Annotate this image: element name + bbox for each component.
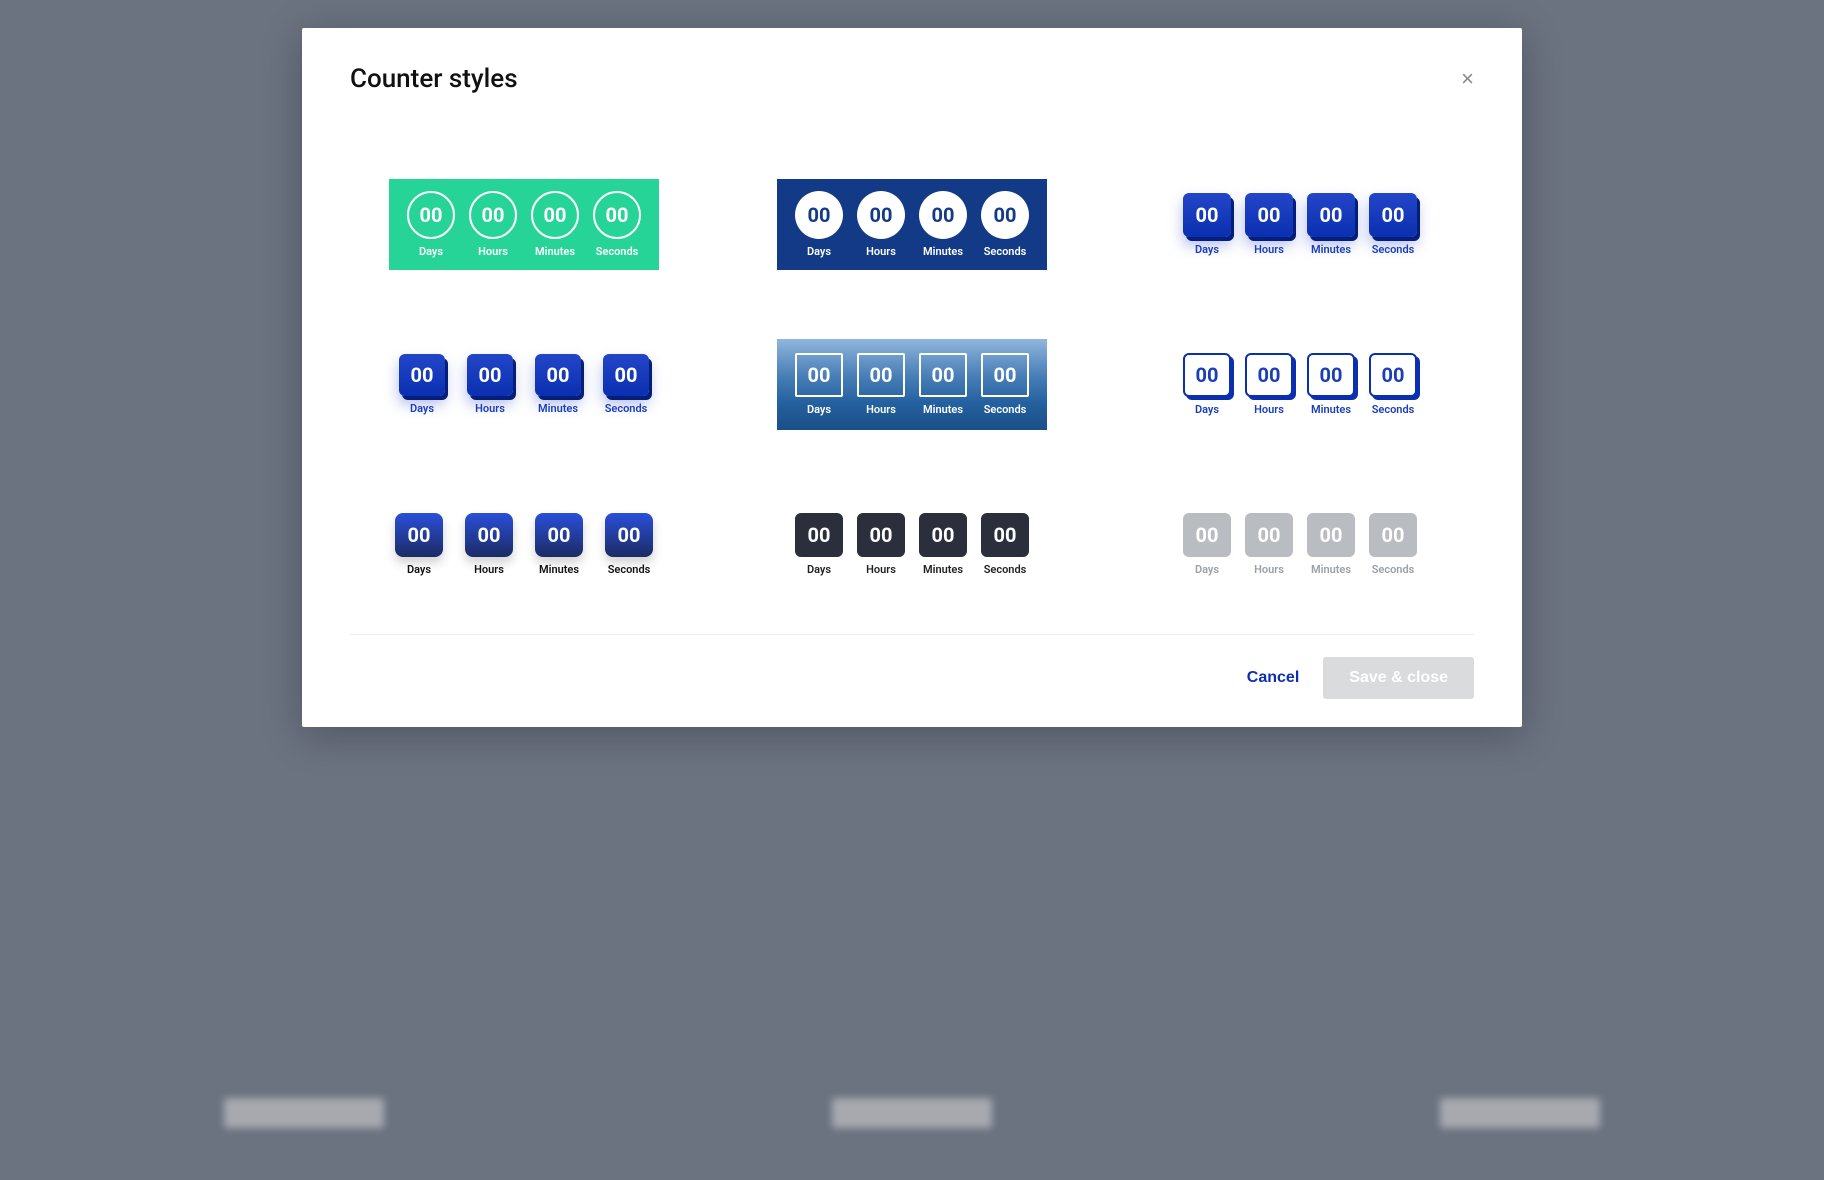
counter-num: 00: [1307, 513, 1355, 557]
counter-label: Minutes: [535, 245, 575, 258]
counter-label: Seconds: [984, 563, 1027, 576]
counter-num: 00: [605, 513, 653, 557]
modal-footer: Cancel Save & close: [350, 634, 1474, 699]
counter-num: 00: [1245, 193, 1293, 237]
counter-num: 00: [919, 191, 967, 239]
counter-label: Hours: [475, 402, 505, 415]
counter-num: 00: [399, 354, 445, 396]
counter-label: Seconds: [596, 245, 639, 258]
counter-label: Minutes: [923, 403, 963, 416]
counter-label: Hours: [866, 403, 896, 416]
background-blur: [0, 1098, 1824, 1138]
counter-num: 00: [465, 513, 513, 557]
counter-style-option-8[interactable]: 00 Days 00 Hours 00 Minutes 00 Seconds: [738, 494, 1086, 594]
counter-label: Hours: [866, 563, 896, 576]
counter-label: Minutes: [1311, 243, 1351, 256]
counter-num: 00: [795, 191, 843, 239]
counter-styles-modal: Counter styles × 00 Days 00 Hours 00 Minute…: [302, 28, 1522, 727]
counter-label: Minutes: [539, 563, 579, 576]
counter-label: Hours: [1254, 403, 1284, 416]
counter-num: 00: [535, 513, 583, 557]
counter-style-option-9[interactable]: 00 Days 00 Hours 00 Minutes 00 Seconds: [1126, 494, 1474, 594]
modal-header: Counter styles ×: [350, 64, 1474, 94]
counter-label: Seconds: [1372, 243, 1415, 256]
counter-num: 00: [1369, 193, 1417, 237]
counter-label: Days: [410, 402, 434, 415]
counter-label: Minutes: [1311, 403, 1351, 416]
counter-label: Days: [1195, 403, 1219, 416]
counter-label: Hours: [866, 245, 896, 258]
counter-num: 00: [1369, 513, 1417, 557]
counter-label: Hours: [478, 245, 508, 258]
counter-label: Days: [807, 403, 831, 416]
counter-label: Seconds: [605, 402, 648, 415]
counter-num: 00: [981, 353, 1029, 397]
counter-label: Seconds: [1372, 403, 1415, 416]
counter-label: Hours: [474, 563, 504, 576]
counter-style-option-1[interactable]: 00 Days 00 Hours 00 Minutes 00 Seconds: [350, 174, 698, 274]
counter-label: Minutes: [923, 563, 963, 576]
counter-num: 00: [593, 191, 641, 239]
modal-title: Counter styles: [350, 64, 518, 94]
counter-num: 00: [795, 353, 843, 397]
counter-label: Minutes: [1311, 563, 1351, 576]
counter-label: Days: [807, 245, 831, 258]
close-icon[interactable]: ×: [1461, 68, 1474, 90]
cancel-button[interactable]: Cancel: [1247, 669, 1299, 687]
counter-num: 00: [1183, 193, 1231, 237]
counter-num: 00: [1369, 353, 1417, 397]
counter-num: 00: [919, 353, 967, 397]
counter-num: 00: [981, 191, 1029, 239]
style-grid: 00 Days 00 Hours 00 Minutes 00 Seconds 00 Day…: [350, 174, 1474, 594]
counter-label: Minutes: [538, 402, 578, 415]
counter-style-option-2[interactable]: 00 Days 00 Hours 00 Minutes 00 Seconds: [738, 174, 1086, 274]
counter-label: Days: [1195, 563, 1219, 576]
counter-label: Days: [1195, 243, 1219, 256]
counter-label: Seconds: [984, 403, 1027, 416]
counter-label: Minutes: [923, 245, 963, 258]
counter-num: 00: [919, 513, 967, 557]
counter-label: Days: [807, 563, 831, 576]
counter-num: 00: [1183, 353, 1231, 397]
counter-label: Days: [407, 563, 431, 576]
counter-num: 00: [857, 353, 905, 397]
counter-style-option-7[interactable]: 00 Days 00 Hours 00 Minutes 00 Seconds: [350, 494, 698, 594]
counter-label: Hours: [1254, 243, 1284, 256]
counter-style-option-3[interactable]: 00 Days 00 Hours 00 Minutes 00 Seconds: [1126, 174, 1474, 274]
counter-num: 00: [981, 513, 1029, 557]
counter-num: 00: [467, 354, 513, 396]
counter-num: 00: [795, 513, 843, 557]
counter-num: 00: [1245, 353, 1293, 397]
counter-num: 00: [857, 191, 905, 239]
counter-style-option-4[interactable]: 00 Days 00 Hours 00 Minutes 00 Seconds: [350, 334, 698, 434]
counter-num: 00: [469, 191, 517, 239]
save-close-button[interactable]: Save & close: [1323, 657, 1474, 699]
counter-num: 00: [535, 354, 581, 396]
counter-num: 00: [603, 354, 649, 396]
counter-style-option-5[interactable]: 00 Days 00 Hours 00 Minutes 00 Seconds: [738, 334, 1086, 434]
counter-num: 00: [1307, 353, 1355, 397]
counter-label: Seconds: [608, 563, 651, 576]
counter-num: 00: [407, 191, 455, 239]
counter-label: Seconds: [984, 245, 1027, 258]
counter-num: 00: [395, 513, 443, 557]
counter-num: 00: [1307, 193, 1355, 237]
counter-label: Hours: [1254, 563, 1284, 576]
counter-num: 00: [1183, 513, 1231, 557]
counter-num: 00: [1245, 513, 1293, 557]
counter-label: Seconds: [1372, 563, 1415, 576]
counter-num: 00: [857, 513, 905, 557]
counter-style-option-6[interactable]: 00 Days 00 Hours 00 Minutes 00 Seconds: [1126, 334, 1474, 434]
counter-num: 00: [531, 191, 579, 239]
counter-label: Days: [419, 245, 443, 258]
